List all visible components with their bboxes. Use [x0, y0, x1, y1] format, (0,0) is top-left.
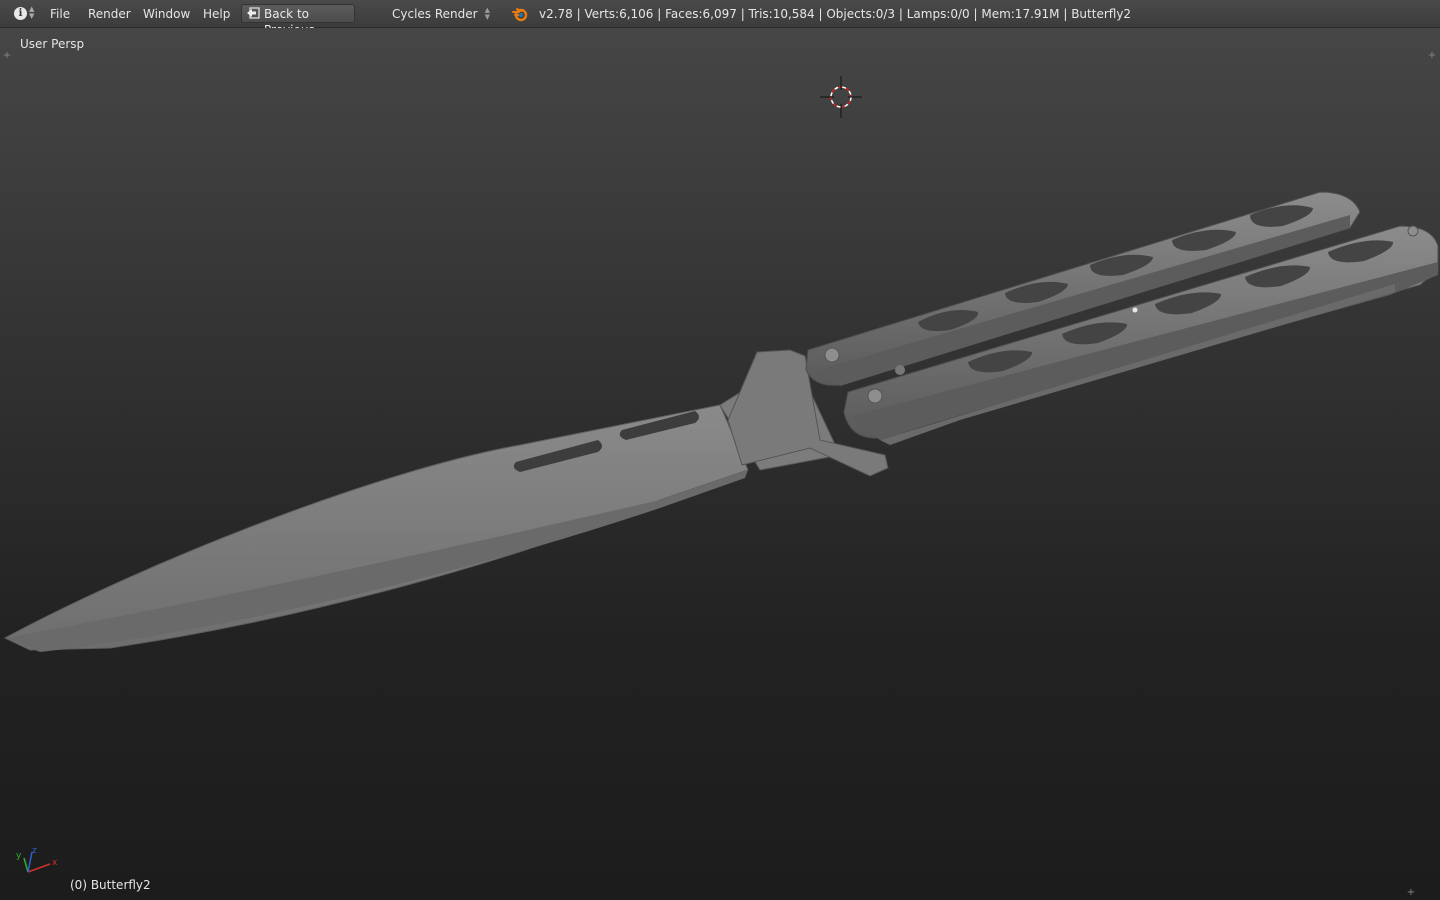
axis-x-label: x — [52, 858, 58, 868]
render-engine-label: Cycles Render — [392, 7, 478, 21]
editor-type-button[interactable]: i ▲ ▼ — [10, 5, 36, 23]
3d-cursor-icon — [820, 76, 862, 118]
3d-viewport[interactable]: User Persp + + + x y z (0) Butterfly2 — [0, 28, 1440, 900]
menu-render[interactable]: Render — [88, 6, 131, 22]
axis-y-label: y — [16, 851, 22, 861]
back-arrow-icon — [247, 7, 260, 19]
scene-stats: v2.78 | Verts:6,106 | Faces:6,097 | Tris… — [539, 7, 1132, 21]
menu-window[interactable]: Window — [143, 6, 190, 22]
menu-help[interactable]: Help — [203, 6, 230, 22]
info-icon: i — [14, 7, 27, 20]
back-to-previous-button[interactable]: Back to Previous — [241, 4, 355, 37]
active-object-label: (0) Butterfly2 — [70, 878, 151, 892]
axis-z-label: z — [32, 846, 37, 856]
info-header: i ▲▼ File Render Window Help Back to Pre… — [0, 0, 1440, 37]
chevron-updown-icon: ▲ ▼ — [29, 5, 35, 20]
axis-gizmo-icon: x y z — [16, 846, 58, 873]
blender-logo-icon — [512, 8, 528, 22]
menu-file[interactable]: File — [50, 6, 70, 22]
butterfly-knife-mesh[interactable] — [0, 28, 1440, 900]
chevron-updown-icon: ▲ ▼ — [484, 6, 490, 21]
render-engine-select[interactable]: Cycles Render ▲ ▼ — [384, 4, 496, 23]
